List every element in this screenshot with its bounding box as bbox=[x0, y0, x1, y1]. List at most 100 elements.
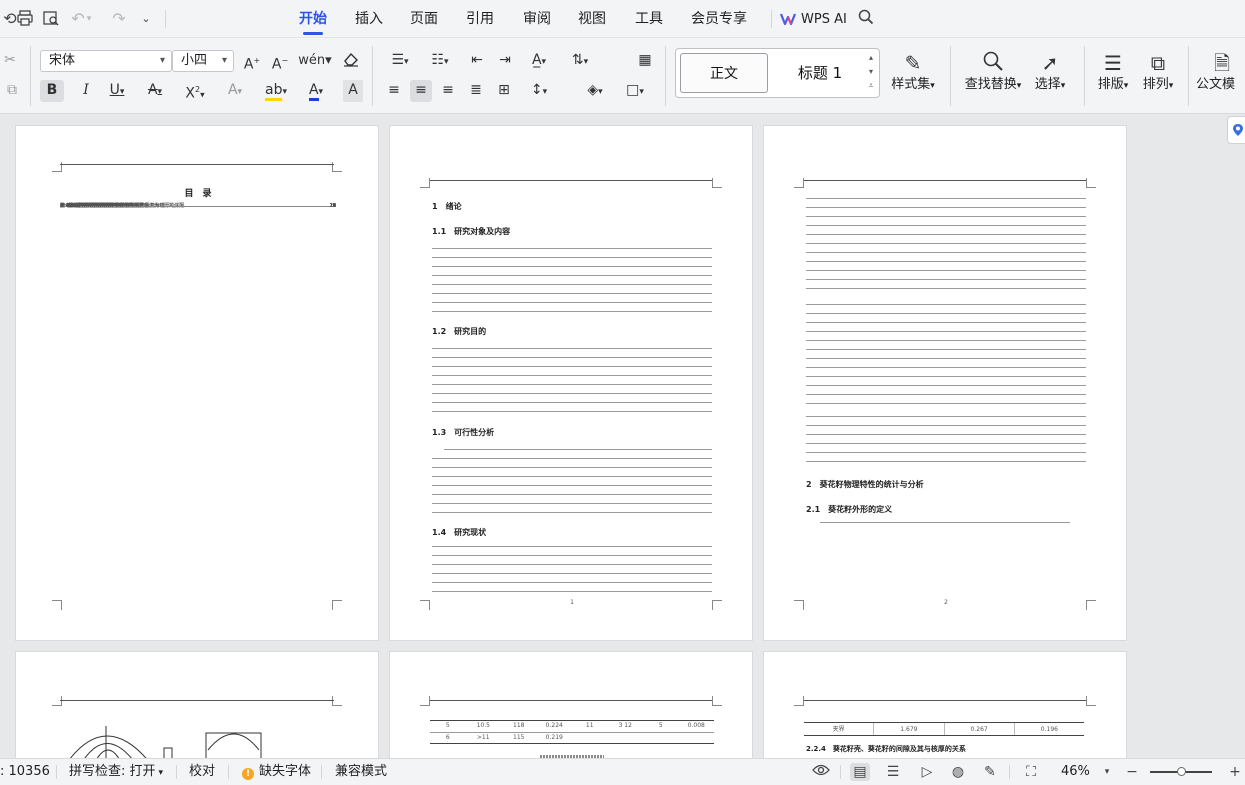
find-replace-button[interactable]: 查找替换▾ bbox=[958, 50, 1028, 94]
style-normal[interactable]: 正文 bbox=[680, 53, 768, 93]
align-center-icon[interactable]: ≡ bbox=[410, 80, 432, 102]
zoom-slider-knob[interactable] bbox=[1176, 767, 1186, 776]
bullet-list-button[interactable]: ☰▾ bbox=[385, 50, 415, 72]
web-view-icon[interactable]: ◍ bbox=[948, 763, 968, 781]
font-size-value: 小四 bbox=[181, 53, 208, 68]
margin-corner bbox=[420, 600, 430, 610]
compat-mode-label[interactable]: 兼容模式 bbox=[335, 763, 387, 781]
word-count[interactable]: : 10356 bbox=[0, 763, 50, 781]
spell-check-label: 拼写检查: 打开 bbox=[69, 764, 156, 779]
divider bbox=[665, 46, 666, 106]
phonetic-guide-icon[interactable]: wén▾ bbox=[298, 51, 332, 73]
chevron-down-icon: ▾ bbox=[221, 55, 227, 66]
more-chevron-icon[interactable]: ⌄ bbox=[136, 9, 156, 29]
cut-icon[interactable]: ✂ bbox=[2, 50, 18, 72]
tab-references[interactable]: 引用 bbox=[466, 10, 494, 32]
line-spacing-icon[interactable]: ↕▾ bbox=[524, 80, 554, 102]
style-set-button[interactable]: ✎ 样式集▾ bbox=[878, 50, 948, 94]
char-shading-button[interactable]: A bbox=[343, 80, 363, 102]
font-shrink-icon[interactable]: A− bbox=[270, 51, 290, 73]
page-view-icon[interactable]: ▤ bbox=[850, 763, 870, 781]
redo-arrow-icon[interactable]: ↷ bbox=[109, 9, 129, 29]
text-direction-icon[interactable]: A̲▾ bbox=[524, 50, 554, 72]
show-marks-icon[interactable]: ▦ bbox=[634, 50, 656, 72]
doc-template-button[interactable]: 🗎 公文模 bbox=[1196, 50, 1245, 94]
wps-ai-button[interactable]: WPS AI bbox=[780, 10, 847, 28]
italic-button[interactable]: I bbox=[74, 80, 98, 102]
wps-ai-label: WPS AI bbox=[801, 11, 847, 27]
tab-home[interactable]: 开始 bbox=[299, 10, 327, 35]
toc-entry[interactable]: 致 谢 24 bbox=[60, 202, 336, 211]
doc-template-label: 公文模 bbox=[1196, 77, 1236, 92]
table-cell: >11 bbox=[476, 734, 490, 741]
page-3[interactable] bbox=[15, 651, 379, 758]
header-rule bbox=[60, 700, 334, 701]
align-left-icon[interactable]: ≡ bbox=[384, 80, 404, 102]
strikethrough-button[interactable]: A▾ bbox=[140, 80, 170, 102]
paragraph bbox=[432, 248, 712, 318]
page-1[interactable]: 1 绪论 1.1 研究对象及内容 1.2 研究目的 1.3 可行性分析 1.4 … bbox=[389, 125, 753, 641]
bold-button[interactable]: B bbox=[40, 80, 64, 102]
style-heading-1[interactable]: 标题 1 bbox=[776, 53, 864, 93]
heading-2-2-4: 2.2.4 葵花籽壳、葵花籽的间隙及其与核厚的关系 bbox=[806, 745, 966, 753]
margin-corner bbox=[1086, 178, 1096, 188]
page-5[interactable]: 夹界 1.679 0.267 0.196 2.2.4 葵花籽壳、葵花籽的间隙及其… bbox=[763, 651, 1127, 758]
underline-button[interactable]: U▾ bbox=[100, 80, 134, 102]
font-size-select[interactable]: 小四 ▾ bbox=[172, 50, 234, 72]
tab-tools[interactable]: 工具 bbox=[635, 10, 663, 32]
zoom-in-icon[interactable]: + bbox=[1225, 763, 1245, 781]
search-icon[interactable] bbox=[856, 9, 876, 29]
page-toc[interactable]: 目 录 摘 要 I Abstract II 1 绪论 1 1.1 研究对象及内容 1 1.2 研… bbox=[15, 125, 379, 641]
page-2[interactable]: 2 葵花籽物理特性的统计与分析 2.1 葵花籽外形的定义 2 bbox=[763, 125, 1127, 641]
select-button[interactable]: ➚ 选择▾ bbox=[1020, 50, 1080, 94]
missing-font-label: 缺失字体 bbox=[259, 764, 312, 779]
highlight-color-button[interactable]: ab▾ bbox=[260, 80, 292, 102]
zoom-out-icon[interactable]: − bbox=[1122, 763, 1142, 781]
side-panel-toggle[interactable] bbox=[1227, 116, 1245, 144]
print-preview-icon[interactable] bbox=[41, 9, 61, 29]
zoom-dropdown-icon[interactable]: ▾ bbox=[1097, 763, 1117, 781]
superscript-button[interactable]: X2▾ bbox=[180, 80, 210, 102]
missing-font-button[interactable]: ! 缺失字体 bbox=[242, 763, 311, 781]
increase-indent-icon[interactable]: ⇥ bbox=[494, 50, 516, 72]
zoom-level[interactable]: 46% bbox=[1061, 763, 1090, 781]
table-cell: 夹界 bbox=[804, 723, 875, 735]
tab-insert[interactable]: 插入 bbox=[355, 10, 383, 32]
numbered-list-button[interactable]: ☷▾ bbox=[425, 50, 455, 72]
eye-protection-icon[interactable] bbox=[811, 763, 831, 781]
decrease-indent-icon[interactable]: ⇤ bbox=[466, 50, 488, 72]
font-grow-icon[interactable]: A+ bbox=[242, 51, 262, 73]
outline-view-icon[interactable]: ☰ bbox=[883, 763, 903, 781]
table-cell: 10.5 bbox=[476, 722, 490, 729]
document-canvas[interactable]: 目 录 摘 要 I Abstract II 1 绪论 1 1.1 研究对象及内容 1 1.2 研… bbox=[0, 114, 1245, 758]
arrange-button[interactable]: ⧉ 排列▾ bbox=[1130, 50, 1186, 94]
copy-icon[interactable]: ⧉ bbox=[2, 80, 22, 102]
sort-icon[interactable]: ⇅▾ bbox=[565, 50, 595, 72]
toc-entry-label: 致 谢 bbox=[60, 203, 81, 209]
clear-format-icon[interactable] bbox=[340, 51, 362, 73]
print-icon[interactable] bbox=[15, 9, 35, 29]
paragraph bbox=[432, 458, 712, 513]
justify-icon[interactable]: ≣ bbox=[466, 80, 486, 102]
spell-check-toggle[interactable]: 拼写检查: 打开 ▾ bbox=[69, 763, 163, 782]
tab-review[interactable]: 审阅 bbox=[523, 10, 551, 32]
write-mode-icon[interactable]: ✎ bbox=[980, 763, 1000, 781]
table-row: 5 10.5 118 0.224 11 3 12 5 0.008 bbox=[430, 721, 714, 732]
distribute-icon[interactable]: ⊞ bbox=[494, 80, 514, 102]
font-color-button[interactable]: A▾ bbox=[300, 80, 332, 102]
play-icon[interactable]: ▷ bbox=[917, 763, 937, 781]
tab-member[interactable]: 会员专享 bbox=[691, 10, 747, 32]
undo-dropdown-icon[interactable]: ▾ bbox=[84, 9, 94, 29]
fit-page-icon[interactable]: ⛶ bbox=[1021, 763, 1041, 781]
align-right-icon[interactable]: ≡ bbox=[438, 80, 458, 102]
shading-icon[interactable]: ◈▾ bbox=[580, 80, 610, 102]
tab-page[interactable]: 页面 bbox=[410, 10, 438, 32]
style-scroll-arrows-icon[interactable]: ▴ ▾ ⩡ bbox=[865, 51, 877, 95]
font-name-select[interactable]: 宋体 ▾ bbox=[40, 50, 172, 72]
heading-1-2: 1.2 研究目的 bbox=[432, 327, 487, 336]
proofread-button[interactable]: 校对 bbox=[189, 763, 215, 781]
page-4[interactable]: 5 10.5 118 0.224 11 3 12 5 0.008 6 >11 115 0.219 bbox=[389, 651, 753, 758]
tab-view[interactable]: 视图 bbox=[578, 10, 606, 32]
border-icon[interactable]: □▾ bbox=[620, 80, 650, 102]
text-effect-button[interactable]: A▾ bbox=[220, 80, 250, 102]
